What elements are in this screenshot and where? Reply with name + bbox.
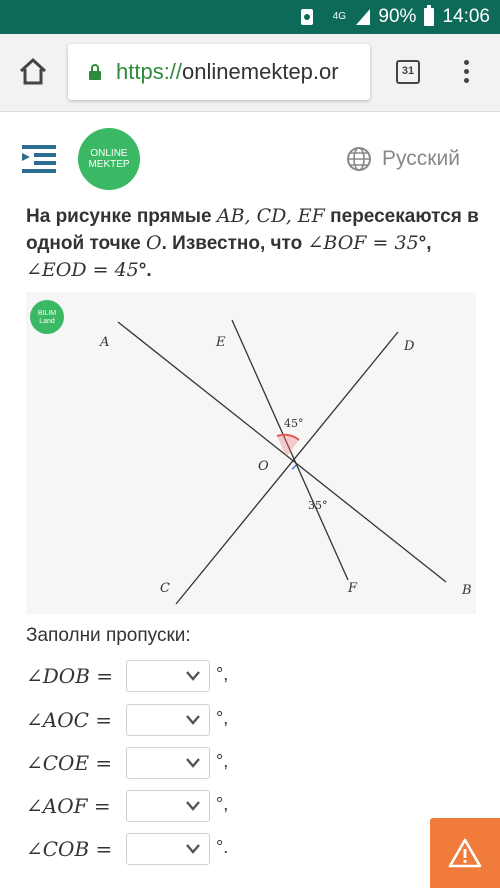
answer-row-cob: ∠COB = °. xyxy=(26,833,326,867)
question-text: На рисунке прямые AB, CD, EF пересекаютс… xyxy=(26,203,486,284)
answer-label-aoc: ∠AOC = xyxy=(26,708,113,732)
question-part3: . Известно, что xyxy=(161,233,308,254)
label-d: D xyxy=(403,339,415,354)
angle-bof-stroke xyxy=(291,464,297,470)
warning-icon xyxy=(448,838,482,868)
answer-select-coe[interactable] xyxy=(126,747,210,779)
line-ab xyxy=(117,321,447,583)
label-o: O xyxy=(258,459,269,474)
question-lines: AB, CD, EF xyxy=(216,205,325,227)
answer-row-coe: ∠COE = °, xyxy=(26,747,326,781)
status-bar: 4G 90% 14:06 xyxy=(0,0,500,34)
logo-line2: MEKTEP xyxy=(88,159,130,170)
report-problem-button[interactable] xyxy=(430,818,500,888)
bilimland-badge: BILIM Land xyxy=(30,300,64,334)
answer-select-cob[interactable] xyxy=(126,833,210,865)
answer-suffix-coe: °, xyxy=(216,751,229,771)
line-cd xyxy=(175,331,399,605)
answer-suffix-dob: °, xyxy=(216,664,229,684)
clock: 14:06 xyxy=(442,6,490,27)
notification-icon xyxy=(301,9,313,25)
label-f: F xyxy=(347,581,358,596)
answer-label-cob: ∠COB = xyxy=(26,837,113,861)
address-bar[interactable]: https://onlinemektep.or xyxy=(68,44,370,100)
angle-label-45: 45° xyxy=(284,417,304,430)
label-b: B xyxy=(461,583,472,598)
url-scheme: https:// xyxy=(116,59,183,84)
answer-label-dob: ∠DOB = xyxy=(26,664,114,688)
answer-row-dob: ∠DOB = °, xyxy=(26,660,326,694)
badge-line2: Land xyxy=(39,318,55,325)
question-angle2: ∠EOD = 45 xyxy=(26,259,139,281)
answer-label-coe: ∠COE = xyxy=(26,751,113,775)
chevron-down-icon xyxy=(186,844,200,854)
question-part4: °, xyxy=(418,233,432,254)
answer-suffix-aof: °, xyxy=(216,794,229,814)
globe-icon xyxy=(347,147,371,171)
badge-line1: BILIM xyxy=(37,310,57,317)
browser-menu-button[interactable] xyxy=(462,60,470,86)
angle-label-35: 35° xyxy=(308,499,328,512)
site-header: ONLINE MEKTEP Русский xyxy=(0,112,500,204)
chevron-down-icon xyxy=(186,715,200,725)
site-logo[interactable]: ONLINE MEKTEP xyxy=(78,128,140,190)
question-part1: На рисунке прямые xyxy=(26,206,217,227)
chevron-down-icon xyxy=(186,671,200,681)
geometry-figure: A E D O C F B 45° 35° BILIM Land xyxy=(26,292,476,614)
answer-suffix-cob: °. xyxy=(216,837,229,857)
language-switcher[interactable]: Русский xyxy=(346,146,460,172)
answer-label-aof: ∠AOF = xyxy=(26,794,111,818)
question-angle1: ∠BOF = 35 xyxy=(307,232,419,254)
battery-percent: 90% xyxy=(378,6,417,27)
network-type: 4G xyxy=(332,11,347,22)
question-part5: °. xyxy=(138,260,152,281)
chevron-down-icon xyxy=(186,801,200,811)
answer-select-dob[interactable] xyxy=(126,660,210,692)
label-c: C xyxy=(160,581,170,596)
tab-switcher-button[interactable]: 31 xyxy=(396,60,420,84)
lines-diagram: A E D O C F B 45° 35° xyxy=(99,319,472,605)
url-host: onlinemektep.or xyxy=(182,59,339,84)
fill-title: Заполни пропуски: xyxy=(26,625,191,646)
language-label: Русский xyxy=(382,147,460,170)
lock-icon xyxy=(89,64,101,80)
label-e: E xyxy=(215,335,226,350)
browser-toolbar: https://onlinemektep.or 31 xyxy=(0,34,500,112)
url-text: https://onlinemektep.or xyxy=(116,59,339,85)
answer-suffix-aoc: °, xyxy=(216,708,229,728)
chevron-down-icon xyxy=(186,758,200,768)
question-point: O xyxy=(146,232,162,254)
logo-line1: ONLINE xyxy=(90,148,128,159)
signal-icon xyxy=(356,9,371,25)
home-icon[interactable] xyxy=(18,56,48,86)
answer-select-aof[interactable] xyxy=(126,790,210,822)
battery-icon xyxy=(424,5,435,26)
answer-row-aof: ∠AOF = °, xyxy=(26,790,326,824)
answer-row-aoc: ∠AOC = °, xyxy=(26,704,326,738)
answer-select-aoc[interactable] xyxy=(126,704,210,736)
menu-icon[interactable] xyxy=(22,145,56,173)
label-a: A xyxy=(99,335,109,350)
